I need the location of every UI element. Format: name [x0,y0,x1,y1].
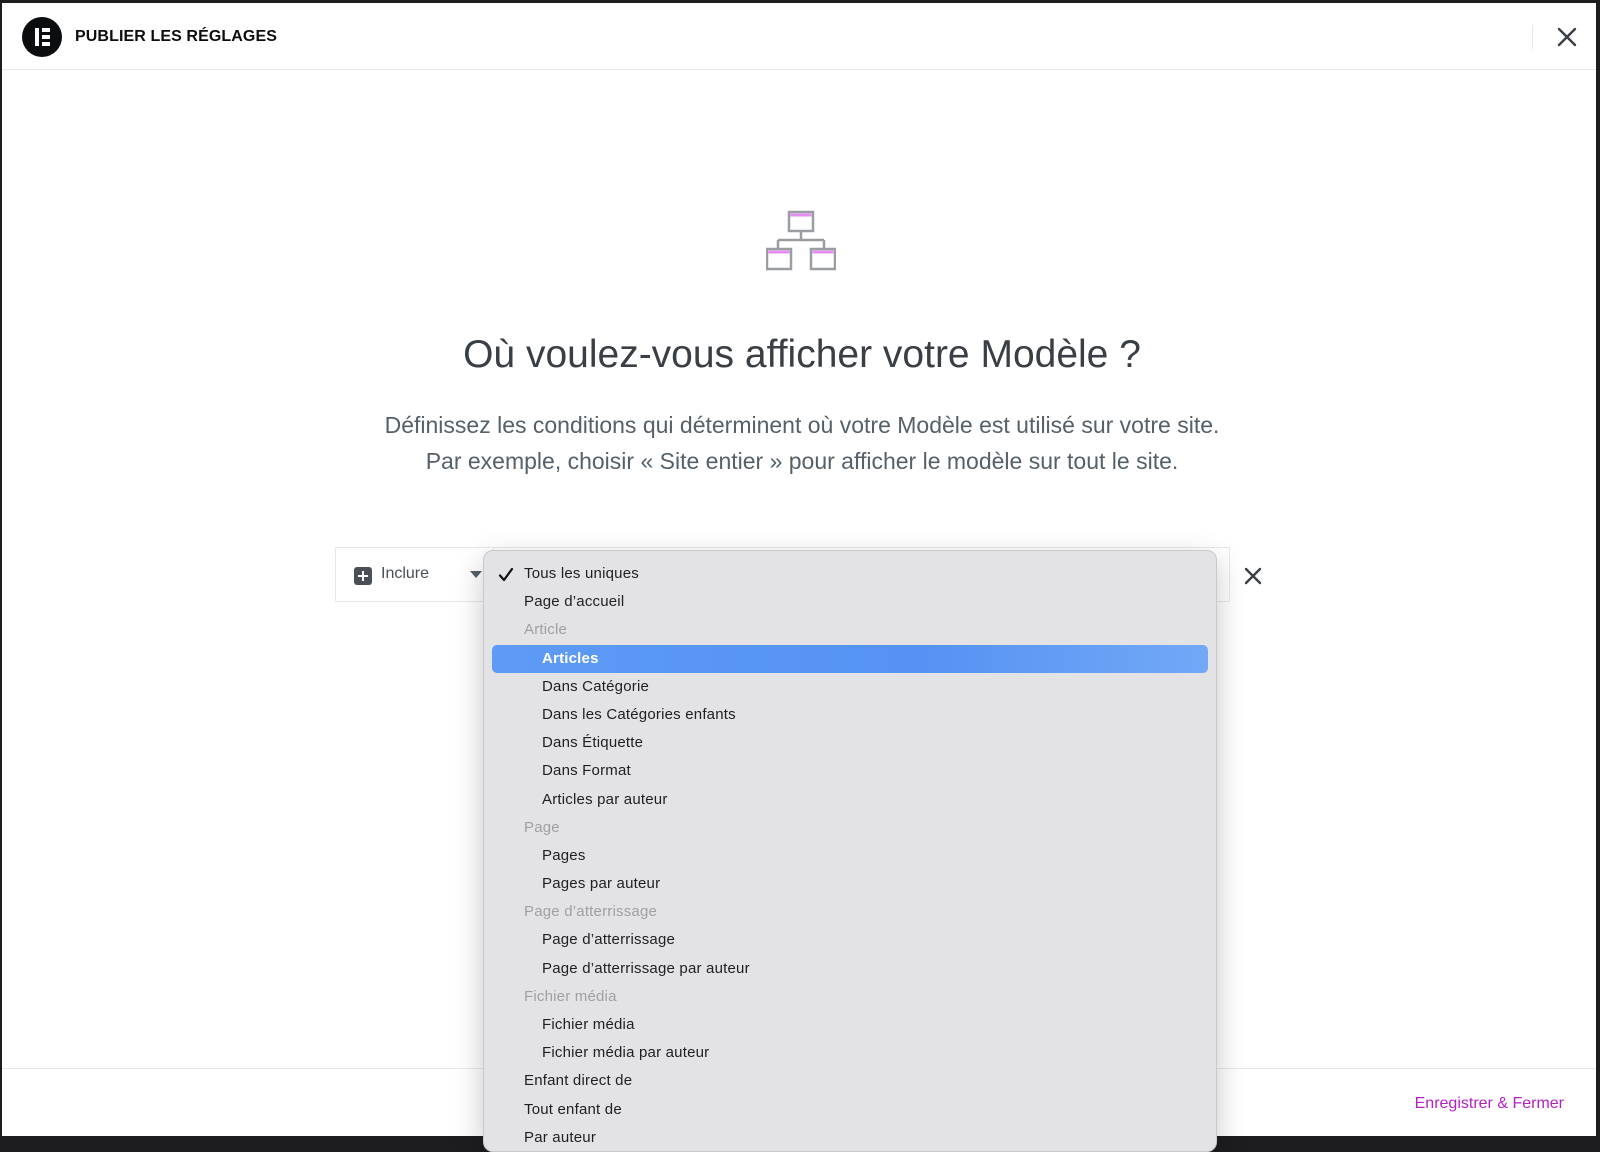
page-heading: Où voulez-vous afficher votre Modèle ? [463,333,1141,376]
dropdown-option[interactable]: Page d’atterrissage [492,926,1208,954]
dropdown-option[interactable]: Articles par auteur [492,786,1208,814]
dropdown-group-label: Page [492,814,1208,842]
dropdown-option-label: Dans Étiquette [542,734,644,752]
dropdown-option-label: Pages par auteur [542,875,661,893]
close-modal-button[interactable] [1554,24,1580,50]
remove-condition-button[interactable] [1242,565,1264,587]
dropdown-option-label: Page [524,818,560,836]
dropdown-option[interactable]: Pages [492,842,1208,870]
dropdown-option-label: Dans Format [542,762,631,780]
dropdown-group-label: Fichier média [492,983,1208,1011]
dropdown-option-label: Enfant direct de [524,1072,633,1090]
dropdown-option-label: Fichier média [542,1016,635,1033]
dropdown-option-label: Articles par auteur [542,790,668,808]
dropdown-option-label: Articles [542,649,599,667]
dropdown-option[interactable]: Fichier média par auteur [492,1039,1208,1067]
dropdown-option[interactable]: Dans Format [492,757,1208,785]
dropdown-option[interactable]: Enfant direct de [492,1067,1208,1095]
header-divider [1532,25,1533,49]
dropdown-option-label: Fichier média par auteur [542,1044,710,1062]
description-line-2: Par exemple, choisir « Site entier » pou… [425,448,1179,474]
caret-down-icon [470,571,482,578]
dropdown-option[interactable]: Fichier média [492,1011,1208,1039]
dropdown-option[interactable]: Pages par auteur [492,870,1208,898]
dropdown-option[interactable]: Dans Étiquette [492,729,1208,757]
close-icon [1244,567,1262,585]
dropdown-option-label: Page d’atterrissage [542,931,676,949]
save-and-close-button[interactable]: Enregistrer & Fermer [1415,1095,1564,1113]
conditions-hierarchy-icon [766,210,836,271]
dropdown-option-label: Dans les Catégories enfants [542,705,736,723]
dropdown-option[interactable]: Dans les Catégories enfants [492,701,1208,729]
dropdown-option-label: Page d’atterrissage [524,903,658,921]
dropdown-option-label: Fichier média [524,987,617,1005]
dropdown-option[interactable]: Tout enfant de [492,1096,1208,1124]
dropdown-option-label: Pages [542,846,586,864]
dropdown-option-label: Par auteur [524,1128,597,1146]
modal-header: PUBLIER LES RÉGLAGES [2,3,1596,70]
elementor-logo-icon [22,17,62,57]
dropdown-option[interactable]: Tous les uniques [492,560,1208,588]
checkmark-icon [498,567,514,582]
include-label: Inclure [381,565,430,582]
dropdown-option[interactable]: Page d’accueil [492,588,1208,616]
include-exclude-select[interactable]: Inclure [336,548,494,601]
dropdown-option-label: Page d’accueil [524,593,625,611]
dropdown-option-label: Tout enfant de [524,1100,622,1118]
dropdown-option-label: Article [524,621,568,639]
modal-title: PUBLIER LES RÉGLAGES [75,28,278,45]
dropdown-options-list: Tous les uniques Page d’accueil Article Art… [492,560,1208,1151]
description-line-1: Définissez les conditions qui déterminen… [384,412,1220,438]
dropdown-option-label: Dans Catégorie [542,677,650,695]
dropdown-group-label: Page d’atterrissage [492,898,1208,926]
plus-square-icon [354,567,372,585]
condition-dropdown-menu[interactable]: Tous les uniques Page d’accueil Article Art… [483,550,1217,1152]
page-description: Définissez les conditions qui déterminen… [2,407,1596,479]
dropdown-group-label: Article [492,616,1208,644]
dropdown-option[interactable]: Dans Catégorie [492,673,1208,701]
dropdown-option-label: Tous les uniques [524,565,639,582]
dropdown-option-label: Page d’atterrissage par auteur [542,959,750,977]
dropdown-option[interactable]: Articles [492,644,1208,673]
dropdown-option[interactable]: Page d’atterrissage par auteur [492,955,1208,983]
close-icon [1557,27,1577,47]
